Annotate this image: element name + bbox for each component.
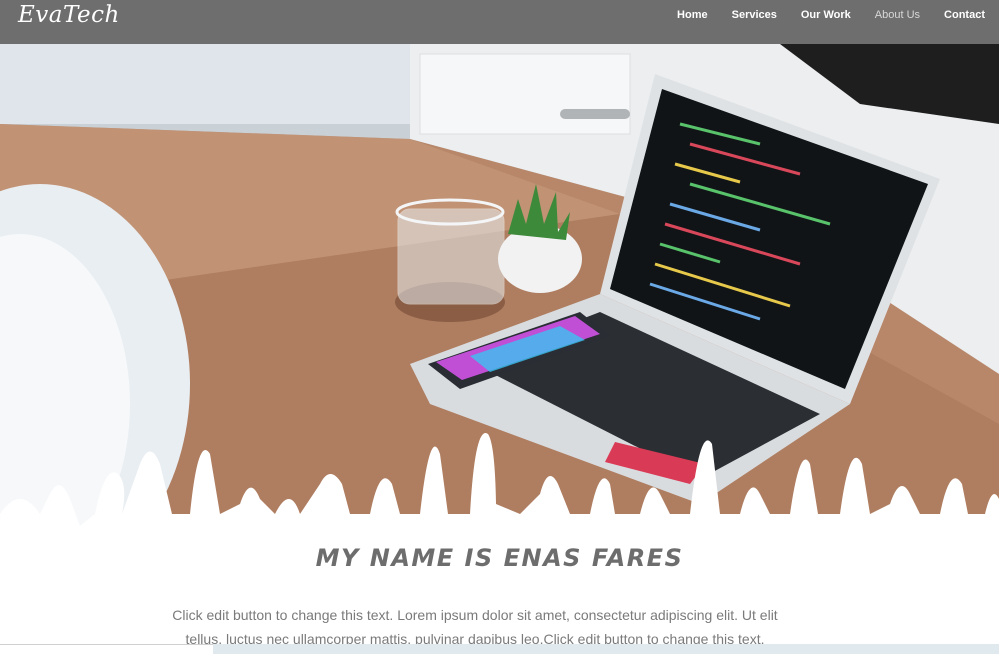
brand-logo[interactable]: EvaTech: [18, 2, 120, 28]
hero-image: [0, 44, 999, 526]
hero-illustration: [0, 44, 999, 526]
nav-contact[interactable]: Contact: [944, 9, 985, 21]
next-section-preview: [213, 644, 999, 654]
nav-our-work[interactable]: Our Work: [801, 9, 851, 21]
main-nav: Home Services Our Work About Us Contact: [653, 0, 999, 30]
nav-home[interactable]: Home: [677, 9, 708, 21]
nav-about-us[interactable]: About Us: [875, 9, 920, 21]
site-header: EvaTech Home Services Our Work About Us …: [0, 0, 999, 44]
nav-services[interactable]: Services: [732, 9, 777, 21]
page-title: MY NAME IS ENAS FARES: [315, 544, 684, 572]
section-divider: [0, 644, 213, 645]
